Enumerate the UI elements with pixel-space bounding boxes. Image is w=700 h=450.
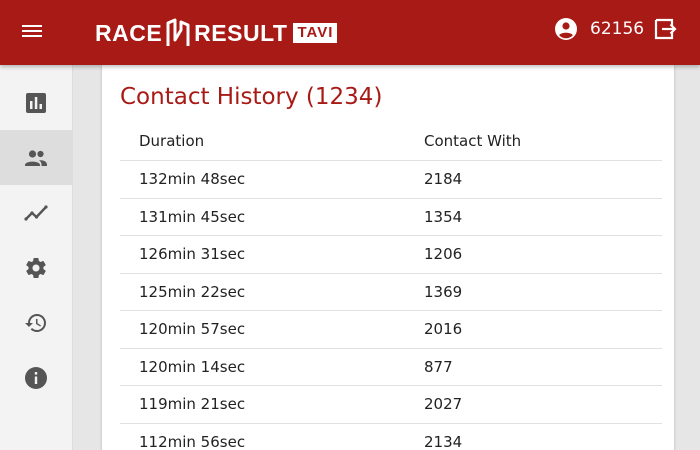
table-row[interactable]: 120min 14sec 877: [120, 349, 662, 386]
duration-cell: 119min 21sec: [139, 395, 246, 414]
table-row[interactable]: 120min 57sec 2016: [120, 311, 662, 349]
people-icon: [25, 149, 47, 166]
sidebar-item-statistics[interactable]: [0, 75, 72, 130]
contact-with-cell: 2134: [424, 432, 463, 450]
sidebar-item-trends[interactable]: [0, 185, 72, 240]
table-row[interactable]: 112min 56sec 2134: [120, 424, 662, 450]
logo-mark-icon: [166, 18, 190, 46]
contact-history-card: Contact History (1234) Duration Contact …: [102, 65, 674, 450]
duration-cell: 126min 31sec: [139, 245, 246, 264]
trending-line-icon: [24, 204, 48, 221]
logo-badge: TAVI: [293, 23, 338, 43]
app-logo[interactable]: RACE RESULT TAVI: [95, 18, 338, 48]
table-row[interactable]: 125min 22sec 1369: [120, 274, 662, 311]
bar-chart-icon: [26, 92, 46, 113]
table-row[interactable]: 132min 48sec 2184: [120, 161, 662, 199]
contact-with-cell: 2184: [424, 170, 463, 189]
page-scrollbar[interactable]: [682, 65, 700, 450]
history-icon: [25, 313, 46, 332]
sidebar-nav: [0, 65, 73, 450]
contact-with-cell: 1206: [424, 245, 463, 264]
info-icon: [25, 366, 47, 389]
contact-history-table: Duration Contact With 132min 48sec 2184 …: [120, 121, 662, 450]
contact-with-cell: 877: [424, 357, 453, 376]
duration-cell: 112min 56sec: [139, 432, 246, 450]
sidebar-item-history[interactable]: [0, 295, 72, 350]
gear-icon: [26, 257, 46, 278]
menu-icon[interactable]: [21, 20, 45, 42]
column-header-duration[interactable]: Duration: [139, 121, 204, 160]
logo-text-left: RACE: [95, 20, 163, 46]
account-circle-icon[interactable]: [554, 17, 578, 41]
duration-cell: 120min 14sec: [139, 357, 246, 376]
duration-cell: 131min 45sec: [139, 207, 246, 226]
user-id-label: 62156: [590, 19, 645, 39]
duration-cell: 125min 22sec: [139, 282, 246, 301]
logo-text-right: RESULT: [194, 20, 288, 46]
contact-with-cell: 2016: [424, 320, 463, 339]
contact-with-cell: 2027: [424, 395, 463, 414]
table-row[interactable]: 126min 31sec 1206: [120, 236, 662, 274]
duration-cell: 120min 57sec: [139, 320, 246, 339]
logout-icon[interactable]: [653, 17, 677, 41]
sidebar-item-contacts[interactable]: [0, 130, 72, 185]
sidebar-item-info[interactable]: [0, 350, 72, 405]
contact-with-cell: 1354: [424, 207, 463, 226]
contact-with-cell: 1369: [424, 282, 463, 301]
duration-cell: 132min 48sec: [139, 170, 246, 189]
column-header-contact-with[interactable]: Contact With: [424, 121, 521, 160]
table-header-row: Duration Contact With: [120, 121, 662, 161]
page-title: Contact History (1234): [120, 84, 383, 110]
table-row[interactable]: 119min 21sec 2027: [120, 386, 662, 424]
app-header: RACE RESULT TAVI 62156: [0, 0, 700, 65]
sidebar-item-settings[interactable]: [0, 240, 72, 295]
table-row[interactable]: 131min 45sec 1354: [120, 199, 662, 236]
